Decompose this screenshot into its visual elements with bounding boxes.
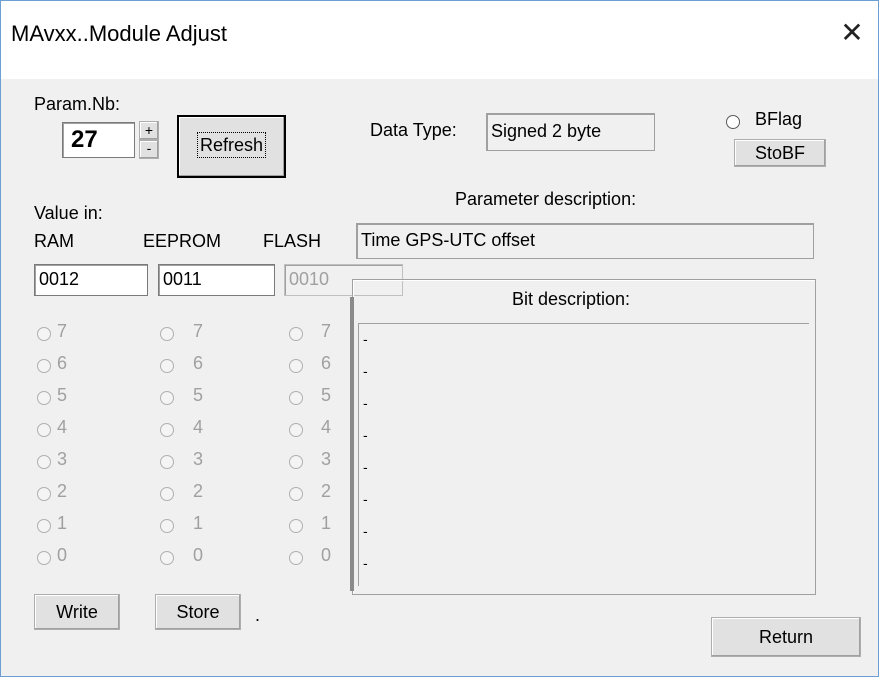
ram-bit-6-radio	[37, 359, 51, 373]
ram-bit-5-radio	[37, 391, 51, 405]
ram-bit-7-label: 7	[57, 321, 68, 341]
ram-column-label: RAM	[34, 231, 74, 251]
eeprom-bit-1-radio	[160, 519, 174, 533]
param-increment-button[interactable]: +	[139, 121, 159, 140]
bit-description-3: -	[363, 459, 368, 475]
flash-bit-6-label: 6	[321, 353, 332, 373]
eeprom-bit-6-radio	[160, 359, 174, 373]
eeprom-bit-0-label: 0	[193, 545, 204, 565]
parameter-description-field: Time GPS-UTC offset	[356, 223, 814, 259]
module-adjust-window: MAvxx..Module Adjust ✕ Param.Nb: 27 + - …	[0, 0, 879, 677]
ram-bit-3-radio	[37, 455, 51, 469]
eeprom-bit-0-radio	[160, 551, 174, 565]
flash-column-label: FLASH	[263, 231, 322, 251]
bit-description-1: -	[363, 523, 368, 539]
eeprom-bit-4-label: 4	[193, 417, 204, 437]
refresh-button[interactable]: Refresh	[177, 115, 286, 178]
data-type-field: Signed 2 byte	[486, 113, 655, 151]
flash-bit-6-radio	[289, 359, 303, 373]
title-bar: MAvxx..Module Adjust ✕	[1, 1, 878, 79]
ram-bit-0-label: 0	[57, 545, 68, 565]
bit-description-5: -	[363, 395, 368, 411]
flash-bit-2-label: 2	[321, 481, 332, 501]
eeprom-bit-7-label: 7	[193, 321, 204, 341]
bit-description-4: -	[363, 427, 368, 443]
data-type-label: Data Type:	[370, 120, 457, 140]
store-button[interactable]: Store	[155, 594, 241, 630]
ram-bit-2-radio	[37, 487, 51, 501]
param-nb-field[interactable]: 27	[62, 122, 135, 158]
ram-bit-0-radio	[37, 551, 51, 565]
flash-bit-1-label: 1	[321, 513, 332, 533]
flash-bit-5-radio	[289, 391, 303, 405]
ram-bit-1-label: 1	[57, 513, 68, 533]
write-button[interactable]: Write	[34, 594, 120, 630]
eeprom-bit-7-radio	[160, 327, 174, 341]
flash-bit-0-label: 0	[321, 545, 332, 565]
flash-bit-4-label: 4	[321, 417, 332, 437]
flash-bit-3-radio	[289, 455, 303, 469]
close-icon[interactable]: ✕	[836, 15, 868, 51]
bit-description-6: -	[363, 363, 368, 379]
eeprom-bit-2-label: 2	[193, 481, 204, 501]
bit-description-2: -	[363, 491, 368, 507]
ram-value-input[interactable]: 0012	[34, 264, 148, 296]
eeprom-bit-3-radio	[160, 455, 174, 469]
window-title: MAvxx..Module Adjust	[11, 21, 228, 46]
parameter-description-label: Parameter description:	[455, 189, 637, 209]
param-decrement-button[interactable]: -	[139, 140, 159, 159]
eeprom-value-input[interactable]: 0011	[158, 264, 275, 296]
flash-bit-1-radio	[289, 519, 303, 533]
stobf-button[interactable]: StoBF	[734, 139, 826, 167]
ram-bit-5-label: 5	[57, 385, 68, 405]
return-button[interactable]: Return	[711, 617, 861, 657]
eeprom-bit-1-label: 1	[193, 513, 204, 533]
ram-bit-1-radio	[37, 519, 51, 533]
bit-description-label: Bit description:	[508, 289, 635, 310]
refresh-button-label: Refresh	[196, 132, 267, 158]
flash-bit-7-radio	[289, 327, 303, 341]
ram-bit-7-radio	[37, 327, 51, 341]
bflag-label: BFlag	[755, 109, 803, 129]
bit-description-list	[358, 323, 809, 586]
ram-bit-3-label: 3	[57, 449, 68, 469]
bit-list-scrollbar[interactable]	[350, 297, 354, 591]
ram-bit-4-radio	[37, 423, 51, 437]
ram-bit-2-label: 2	[57, 481, 68, 501]
ram-bit-4-label: 4	[57, 417, 68, 437]
flash-bit-5-label: 5	[321, 385, 332, 405]
ram-bit-6-label: 6	[57, 353, 68, 373]
eeprom-bit-5-label: 5	[193, 385, 204, 405]
flash-bit-0-radio	[289, 551, 303, 565]
value-in-label: Value in:	[34, 203, 103, 223]
eeprom-bit-3-label: 3	[193, 449, 204, 469]
flash-bit-2-radio	[289, 487, 303, 501]
bit-description-0: -	[363, 555, 368, 571]
flash-bit-3-label: 3	[321, 449, 332, 469]
bit-description-7: -	[363, 331, 368, 347]
eeprom-bit-4-radio	[160, 423, 174, 437]
flash-bit-7-label: 7	[321, 321, 332, 341]
status-text: .	[255, 605, 261, 625]
eeprom-bit-5-radio	[160, 391, 174, 405]
eeprom-bit-2-radio	[160, 487, 174, 501]
flash-bit-4-radio	[289, 423, 303, 437]
eeprom-column-label: EEPROM	[143, 231, 222, 251]
param-nb-label: Param.Nb:	[34, 94, 121, 114]
bflag-radio[interactable]	[726, 115, 740, 129]
eeprom-bit-6-label: 6	[193, 353, 204, 373]
